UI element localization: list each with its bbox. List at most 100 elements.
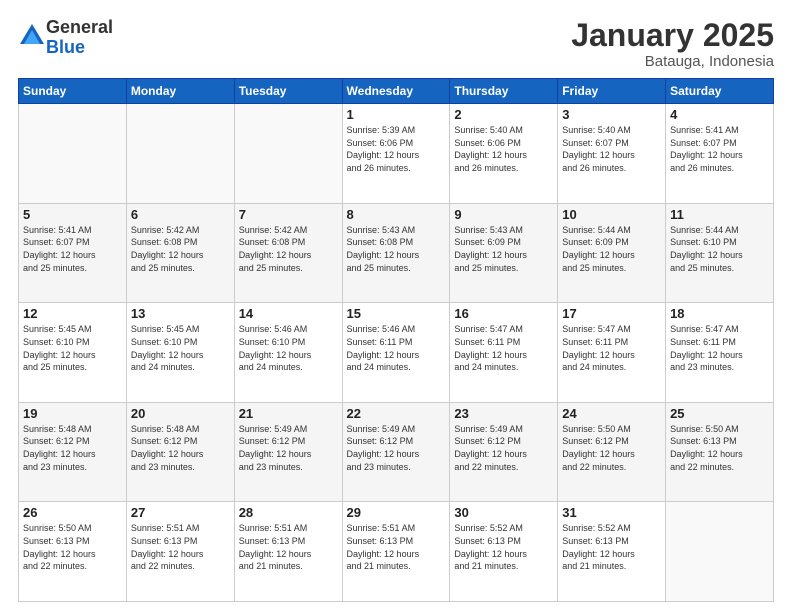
table-row: 12Sunrise: 5:45 AM Sunset: 6:10 PM Dayli… [19, 303, 127, 403]
day-info: Sunrise: 5:39 AM Sunset: 6:06 PM Dayligh… [347, 124, 446, 174]
day-info: Sunrise: 5:45 AM Sunset: 6:10 PM Dayligh… [131, 323, 230, 373]
day-info: Sunrise: 5:42 AM Sunset: 6:08 PM Dayligh… [131, 224, 230, 274]
table-row: 13 Sunrise: 5:45 AM Sunset: 6:10 PM Dayli… [126, 303, 234, 403]
day-info: Sunrise: 5:51 AM Sunset: 6:13 PM Dayligh… [347, 522, 446, 572]
table-row [234, 104, 342, 204]
table-row: 15 Sunrise: 5:46 AM Sunset: 6:11 PM Dayli… [342, 303, 450, 403]
calendar-week-row: 19 Sunrise: 5:48 AM Sunset: 6:12 PM Dayli… [19, 402, 774, 502]
day-info: Sunrise: 5:51 AM Sunset: 6:13 PM Dayligh… [131, 522, 230, 572]
table-row: 17 Sunrise: 5:47 AM Sunset: 6:11 PM Dayli… [558, 303, 666, 403]
day-number: 28 [239, 505, 338, 520]
day-info: Sunrise: 5:50 AM Sunset: 6:13 PM Dayligh… [23, 522, 122, 572]
table-row: 10 Sunrise: 5:44 AM Sunset: 6:09 PM Dayli… [558, 203, 666, 303]
day-info: Sunrise: 5:50 AM Sunset: 6:13 PM Dayligh… [670, 423, 769, 473]
day-info: Sunrise: 5:47 AM Sunset: 6:11 PM Dayligh… [562, 323, 661, 373]
day-number: 24 [562, 406, 661, 421]
logo-general-text: General [46, 18, 113, 38]
table-row: 1 Sunrise: 5:39 AM Sunset: 6:06 PM Daylig… [342, 104, 450, 204]
day-number: 10 [562, 207, 661, 222]
day-info: Sunrise: 5:42 AM Sunset: 6:08 PM Dayligh… [239, 224, 338, 274]
day-number: 16 [454, 306, 553, 321]
col-thursday: Thursday [450, 79, 558, 104]
table-row: 24 Sunrise: 5:50 AM Sunset: 6:12 PM Dayli… [558, 402, 666, 502]
table-row: 21 Sunrise: 5:49 AM Sunset: 6:12 PM Dayli… [234, 402, 342, 502]
day-info: Sunrise: 5:41 AM Sunset: 6:07 PM Dayligh… [670, 124, 769, 174]
table-row: 3Sunrise: 5:40 AM Sunset: 6:07 PM Daylig… [558, 104, 666, 204]
calendar-header-row: Sunday Monday Tuesday Wednesday Thursday… [19, 79, 774, 104]
logo: General Blue [18, 18, 113, 58]
page: General Blue January 2025 Batauga, Indon… [0, 0, 792, 612]
day-number: 17 [562, 306, 661, 321]
table-row: 11 Sunrise: 5:44 AM Sunset: 6:10 PM Dayli… [666, 203, 774, 303]
table-row: 27Sunrise: 5:51 AM Sunset: 6:13 PM Dayli… [126, 502, 234, 602]
day-info: Sunrise: 5:48 AM Sunset: 6:12 PM Dayligh… [131, 423, 230, 473]
table-row: 5Sunrise: 5:41 AM Sunset: 6:07 PM Daylig… [19, 203, 127, 303]
day-number: 14 [239, 306, 338, 321]
table-row: 25 Sunrise: 5:50 AM Sunset: 6:13 PM Dayli… [666, 402, 774, 502]
day-info: Sunrise: 5:47 AM Sunset: 6:11 PM Dayligh… [454, 323, 553, 373]
day-info: Sunrise: 5:46 AM Sunset: 6:10 PM Dayligh… [239, 323, 338, 373]
day-info: Sunrise: 5:45 AM Sunset: 6:10 PM Dayligh… [23, 323, 122, 373]
calendar-week-row: 5Sunrise: 5:41 AM Sunset: 6:07 PM Daylig… [19, 203, 774, 303]
day-info: Sunrise: 5:41 AM Sunset: 6:07 PM Dayligh… [23, 224, 122, 274]
header: General Blue January 2025 Batauga, Indon… [18, 18, 774, 70]
day-number: 15 [347, 306, 446, 321]
day-number: 7 [239, 207, 338, 222]
day-info: Sunrise: 5:44 AM Sunset: 6:10 PM Dayligh… [670, 224, 769, 274]
day-number: 26 [23, 505, 122, 520]
day-number: 29 [347, 505, 446, 520]
day-number: 30 [454, 505, 553, 520]
calendar-week-row: 1 Sunrise: 5:39 AM Sunset: 6:06 PM Daylig… [19, 104, 774, 204]
day-info: Sunrise: 5:40 AM Sunset: 6:06 PM Dayligh… [454, 124, 553, 174]
col-friday: Friday [558, 79, 666, 104]
table-row: 4 Sunrise: 5:41 AM Sunset: 6:07 PM Daylig… [666, 104, 774, 204]
day-info: Sunrise: 5:47 AM Sunset: 6:11 PM Dayligh… [670, 323, 769, 373]
day-info: Sunrise: 5:43 AM Sunset: 6:09 PM Dayligh… [454, 224, 553, 274]
title-block: January 2025 Batauga, Indonesia [571, 18, 774, 70]
table-row: 28Sunrise: 5:51 AM Sunset: 6:13 PM Dayli… [234, 502, 342, 602]
col-saturday: Saturday [666, 79, 774, 104]
calendar-week-row: 12Sunrise: 5:45 AM Sunset: 6:10 PM Dayli… [19, 303, 774, 403]
logo-text: General Blue [46, 18, 113, 58]
day-number: 19 [23, 406, 122, 421]
day-info: Sunrise: 5:46 AM Sunset: 6:11 PM Dayligh… [347, 323, 446, 373]
day-info: Sunrise: 5:49 AM Sunset: 6:12 PM Dayligh… [454, 423, 553, 473]
table-row: 26 Sunrise: 5:50 AM Sunset: 6:13 PM Dayli… [19, 502, 127, 602]
day-info: Sunrise: 5:50 AM Sunset: 6:12 PM Dayligh… [562, 423, 661, 473]
day-number: 31 [562, 505, 661, 520]
table-row: 16 Sunrise: 5:47 AM Sunset: 6:11 PM Dayli… [450, 303, 558, 403]
day-number: 8 [347, 207, 446, 222]
day-number: 1 [347, 107, 446, 122]
table-row: 19Sunrise: 5:48 AM Sunset: 6:12 PM Dayli… [19, 402, 127, 502]
table-row: 23 Sunrise: 5:49 AM Sunset: 6:12 PM Dayli… [450, 402, 558, 502]
table-row: 6 Sunrise: 5:42 AM Sunset: 6:08 PM Daylig… [126, 203, 234, 303]
table-row [666, 502, 774, 602]
logo-blue-text: Blue [46, 38, 113, 58]
table-row: 14 Sunrise: 5:46 AM Sunset: 6:10 PM Dayli… [234, 303, 342, 403]
day-number: 23 [454, 406, 553, 421]
table-row: 8Sunrise: 5:43 AM Sunset: 6:08 PM Daylig… [342, 203, 450, 303]
table-row [126, 104, 234, 204]
day-number: 25 [670, 406, 769, 421]
day-number: 6 [131, 207, 230, 222]
logo-icon [18, 22, 46, 50]
day-info: Sunrise: 5:49 AM Sunset: 6:12 PM Dayligh… [239, 423, 338, 473]
col-wednesday: Wednesday [342, 79, 450, 104]
day-number: 9 [454, 207, 553, 222]
day-number: 18 [670, 306, 769, 321]
table-row: 20Sunrise: 5:48 AM Sunset: 6:12 PM Dayli… [126, 402, 234, 502]
day-info: Sunrise: 5:52 AM Sunset: 6:13 PM Dayligh… [562, 522, 661, 572]
day-number: 4 [670, 107, 769, 122]
day-number: 21 [239, 406, 338, 421]
table-row: 18 Sunrise: 5:47 AM Sunset: 6:11 PM Dayli… [666, 303, 774, 403]
table-row: 30 Sunrise: 5:52 AM Sunset: 6:13 PM Dayli… [450, 502, 558, 602]
location-subtitle: Batauga, Indonesia [571, 53, 774, 70]
table-row: 7 Sunrise: 5:42 AM Sunset: 6:08 PM Daylig… [234, 203, 342, 303]
day-number: 11 [670, 207, 769, 222]
day-info: Sunrise: 5:44 AM Sunset: 6:09 PM Dayligh… [562, 224, 661, 274]
table-row: 22Sunrise: 5:49 AM Sunset: 6:12 PM Dayli… [342, 402, 450, 502]
day-info: Sunrise: 5:52 AM Sunset: 6:13 PM Dayligh… [454, 522, 553, 572]
day-number: 13 [131, 306, 230, 321]
table-row: 29 Sunrise: 5:51 AM Sunset: 6:13 PM Dayli… [342, 502, 450, 602]
col-sunday: Sunday [19, 79, 127, 104]
